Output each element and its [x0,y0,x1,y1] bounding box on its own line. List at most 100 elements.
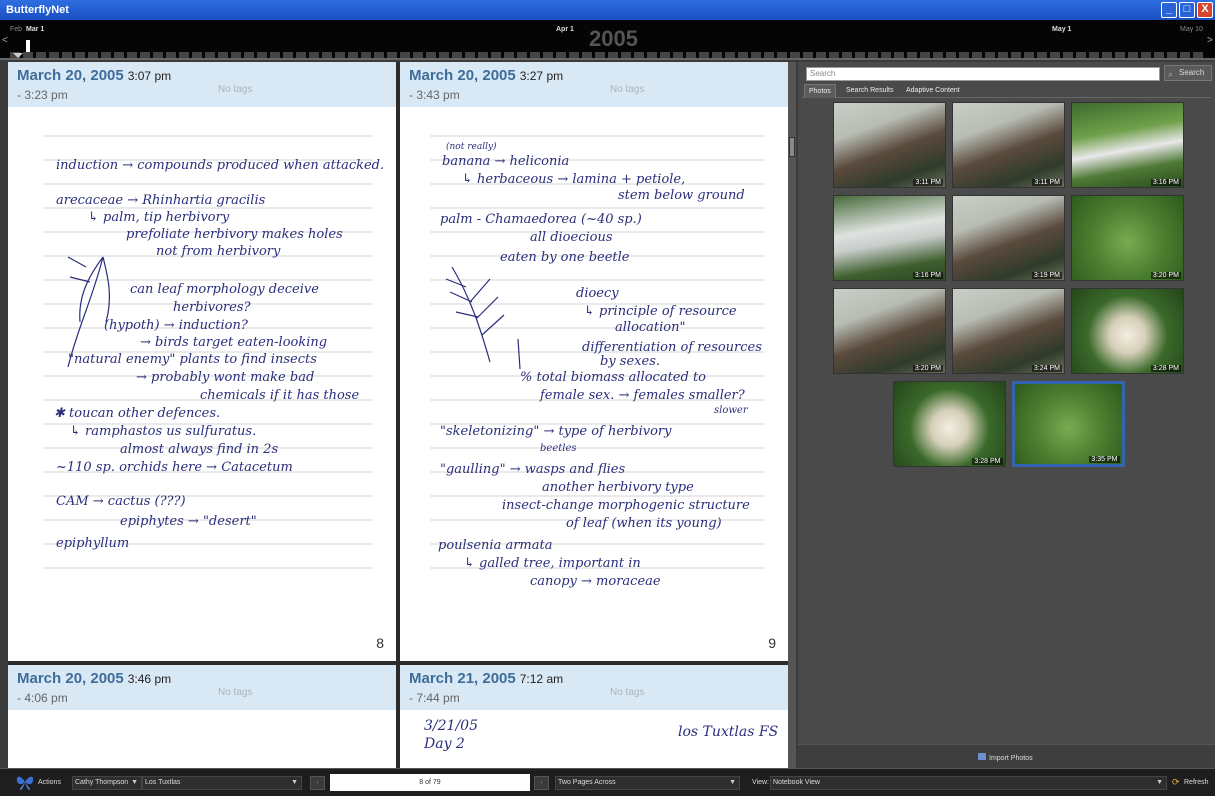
photo-thumbnail[interactable]: 3:11 PM [952,102,1065,188]
notebook-page[interactable]: March 20, 20053:07 pm - 3:23 pm No tags [8,62,396,661]
ink-line: banana → heliconia [442,154,569,169]
ink-line: ↳ galled tree, important in [464,556,641,571]
window-title: ButterflyNet [6,4,69,16]
ink-line: insect-change morphogenic structure [502,498,750,513]
photo-timestamp: 3:24 PM [1031,365,1062,372]
ink-line: CAM → cactus (???) [56,494,186,509]
page-indicator[interactable]: 8 of 79 [330,774,530,791]
leaf-sketch-icon [67,256,111,368]
notebook-page[interactable]: March 20, 20053:27 pm - 3:43 pm No tags [400,62,788,661]
photo-thumbnail[interactable]: 3:11 PM [833,102,946,188]
layout-select-value: Two Pages Across [558,779,616,786]
timeline-ticks [10,52,1205,58]
page-tags[interactable]: No tags [218,84,252,95]
layout-select[interactable]: Two Pages Across ▼ [555,776,740,790]
refresh-icon[interactable]: ⟳ [1172,777,1180,788]
photo-thumbnail[interactable]: 3:16 PM [1071,102,1184,188]
tab-adaptive-content[interactable]: Adaptive Content [902,84,964,98]
scrollbar-thumb[interactable] [789,137,795,157]
tab-search-results[interactable]: Search Results [842,84,897,98]
page-body: (not really) banana → heliconia ↳ herbac… [400,107,788,661]
ink-line: ↳ palm, tip herbivory [88,210,230,225]
minimize-button[interactable]: _ [1161,2,1177,18]
ink-line: palm - Chamaedorea (~40 sp.) [440,212,642,227]
photo-thumbnail[interactable]: 3:16 PM [833,195,946,281]
search-input[interactable]: Search [806,67,1160,81]
chevron-down-icon: ▼ [1156,779,1163,786]
timeline-right-arrow[interactable]: > [1207,35,1213,46]
photo-thumbnail[interactable]: 3:28 PM [1071,288,1184,374]
tab-photos[interactable]: Photos [804,84,836,98]
notebook-page[interactable]: March 21, 2005 7:12 am - 7:44 pm No tags … [400,665,788,768]
page-end-time: - 3:43 pm [409,88,460,102]
page-start-time: 3:07 pm [127,69,172,83]
photo-thumbnail[interactable]: 3:24 PM [952,288,1065,374]
ink-line: prefoliate herbivory makes holes [126,227,343,242]
ink-line: epiphytes → "desert" [120,514,257,529]
ink-line: stem below ground [618,188,745,203]
notebook-scrollbar[interactable] [788,62,796,768]
chevron-down-icon: ▼ [729,779,736,786]
ink-line: allocation" [615,320,685,335]
timeline-label-feb: Feb [10,26,23,33]
page-tags[interactable]: No tags [610,84,644,95]
notebook-select[interactable]: Los Tuxtlas ▼ [142,776,302,790]
view-label: View: [752,779,769,786]
ink-line: los Tuxtlas FS [678,724,778,740]
ink-line: → probably wont make bad [136,370,314,385]
actions-menu[interactable]: Actions [38,779,61,786]
handwriting-canvas: (not really) banana → heliconia ↳ herbac… [430,135,765,589]
photo-timestamp: 3:11 PM [913,179,943,186]
butterfly-icon[interactable] [15,773,35,791]
ink-line: by sexes. [600,354,660,369]
ink-line: almost always find in 2s [120,442,278,457]
search-button[interactable]: ⌕ Search [1164,65,1212,81]
photo-thumbnail[interactable]: 3:28 PM [892,381,1006,467]
page-number: 9 [768,635,776,651]
photo-timestamp: 3:28 PM [972,458,1003,465]
photo-timestamp: 3:28 PM [1150,365,1181,372]
page-start-time: 7:12 am [519,672,564,686]
maximize-button[interactable]: □ [1179,2,1195,18]
ink-line: eaten by one beetle [500,250,630,265]
photo-thumbnail[interactable]: 3:20 PM [833,288,946,374]
page-tags[interactable]: No tags [610,687,644,698]
refresh-button[interactable]: Refresh [1184,779,1209,786]
close-button[interactable]: X [1197,2,1213,18]
timeline-left-arrow[interactable]: < [2,35,8,46]
ink-line: female sex. → females smaller? [539,388,746,403]
ink-line: another herbivory type [542,480,694,495]
user-select[interactable]: Cathy Thompson ▼ [72,776,142,790]
ink-line: "natural enemy" plants to find insects [68,352,317,367]
photo-timestamp: 3:20 PM [912,365,943,372]
view-select-value: Notebook View [773,779,820,786]
palm-sketch-icon [445,266,521,370]
handwriting-canvas: induction → compounds produced when atta… [43,135,384,569]
photo-thumbnail[interactable]: 3:20 PM [1071,195,1184,281]
page-body: 3/21/05 Day 2 los Tuxtlas FS [400,710,788,768]
next-page-button[interactable]: › [534,776,549,790]
view-select[interactable]: Notebook View ▼ [770,776,1167,790]
page-number: 8 [376,635,384,651]
page-end-time: - 3:23 pm [17,88,68,102]
handwriting-canvas: 3/21/05 Day 2 los Tuxtlas FS [423,718,778,752]
ink-line: ✱ toucan other defences. [54,406,220,421]
ink-line: slower [714,405,749,416]
ink-line: not from herbivory [156,244,281,259]
notebook-page[interactable]: March 20, 2005 3:46 pm - 4:06 pm No tags [8,665,396,768]
page-date: March 20, 2005 3:27 pm [409,67,564,84]
timeline[interactable]: < Feb Mar 1 Apr 1 2005 May 1 May 10 > [0,20,1215,60]
page-header: March 21, 2005 7:12 am - 7:44 pm No tags [400,665,788,710]
photo-thumbnail[interactable]: 3:35 PM [1011,381,1125,467]
bottom-toolbar: Actions Cathy Thompson ▼ Los Tuxtlas ▼ ‹ 8… [0,768,1215,796]
page-header: March 20, 2005 3:07 pm - 3:23 pm No tags [8,62,396,107]
photo-thumbnail[interactable]: 3:19 PM [952,195,1065,281]
photo-grid: 3:11 PM 3:11 PM 3:16 PM 3:16 PM 3:19 PM 3:20 … [798,102,1215,722]
photo-timestamp: 3:20 PM [1150,272,1181,279]
ink-line: arecaceae → Rhinhartia gracilis [56,193,266,208]
prev-page-button[interactable]: ‹ [310,776,325,790]
page-tags[interactable]: No tags [218,687,252,698]
import-photos-button[interactable]: Import Photos [978,753,1033,762]
ink-line: "gaulling" → wasps and flies [440,462,626,477]
ink-line: all dioecious [530,230,613,245]
